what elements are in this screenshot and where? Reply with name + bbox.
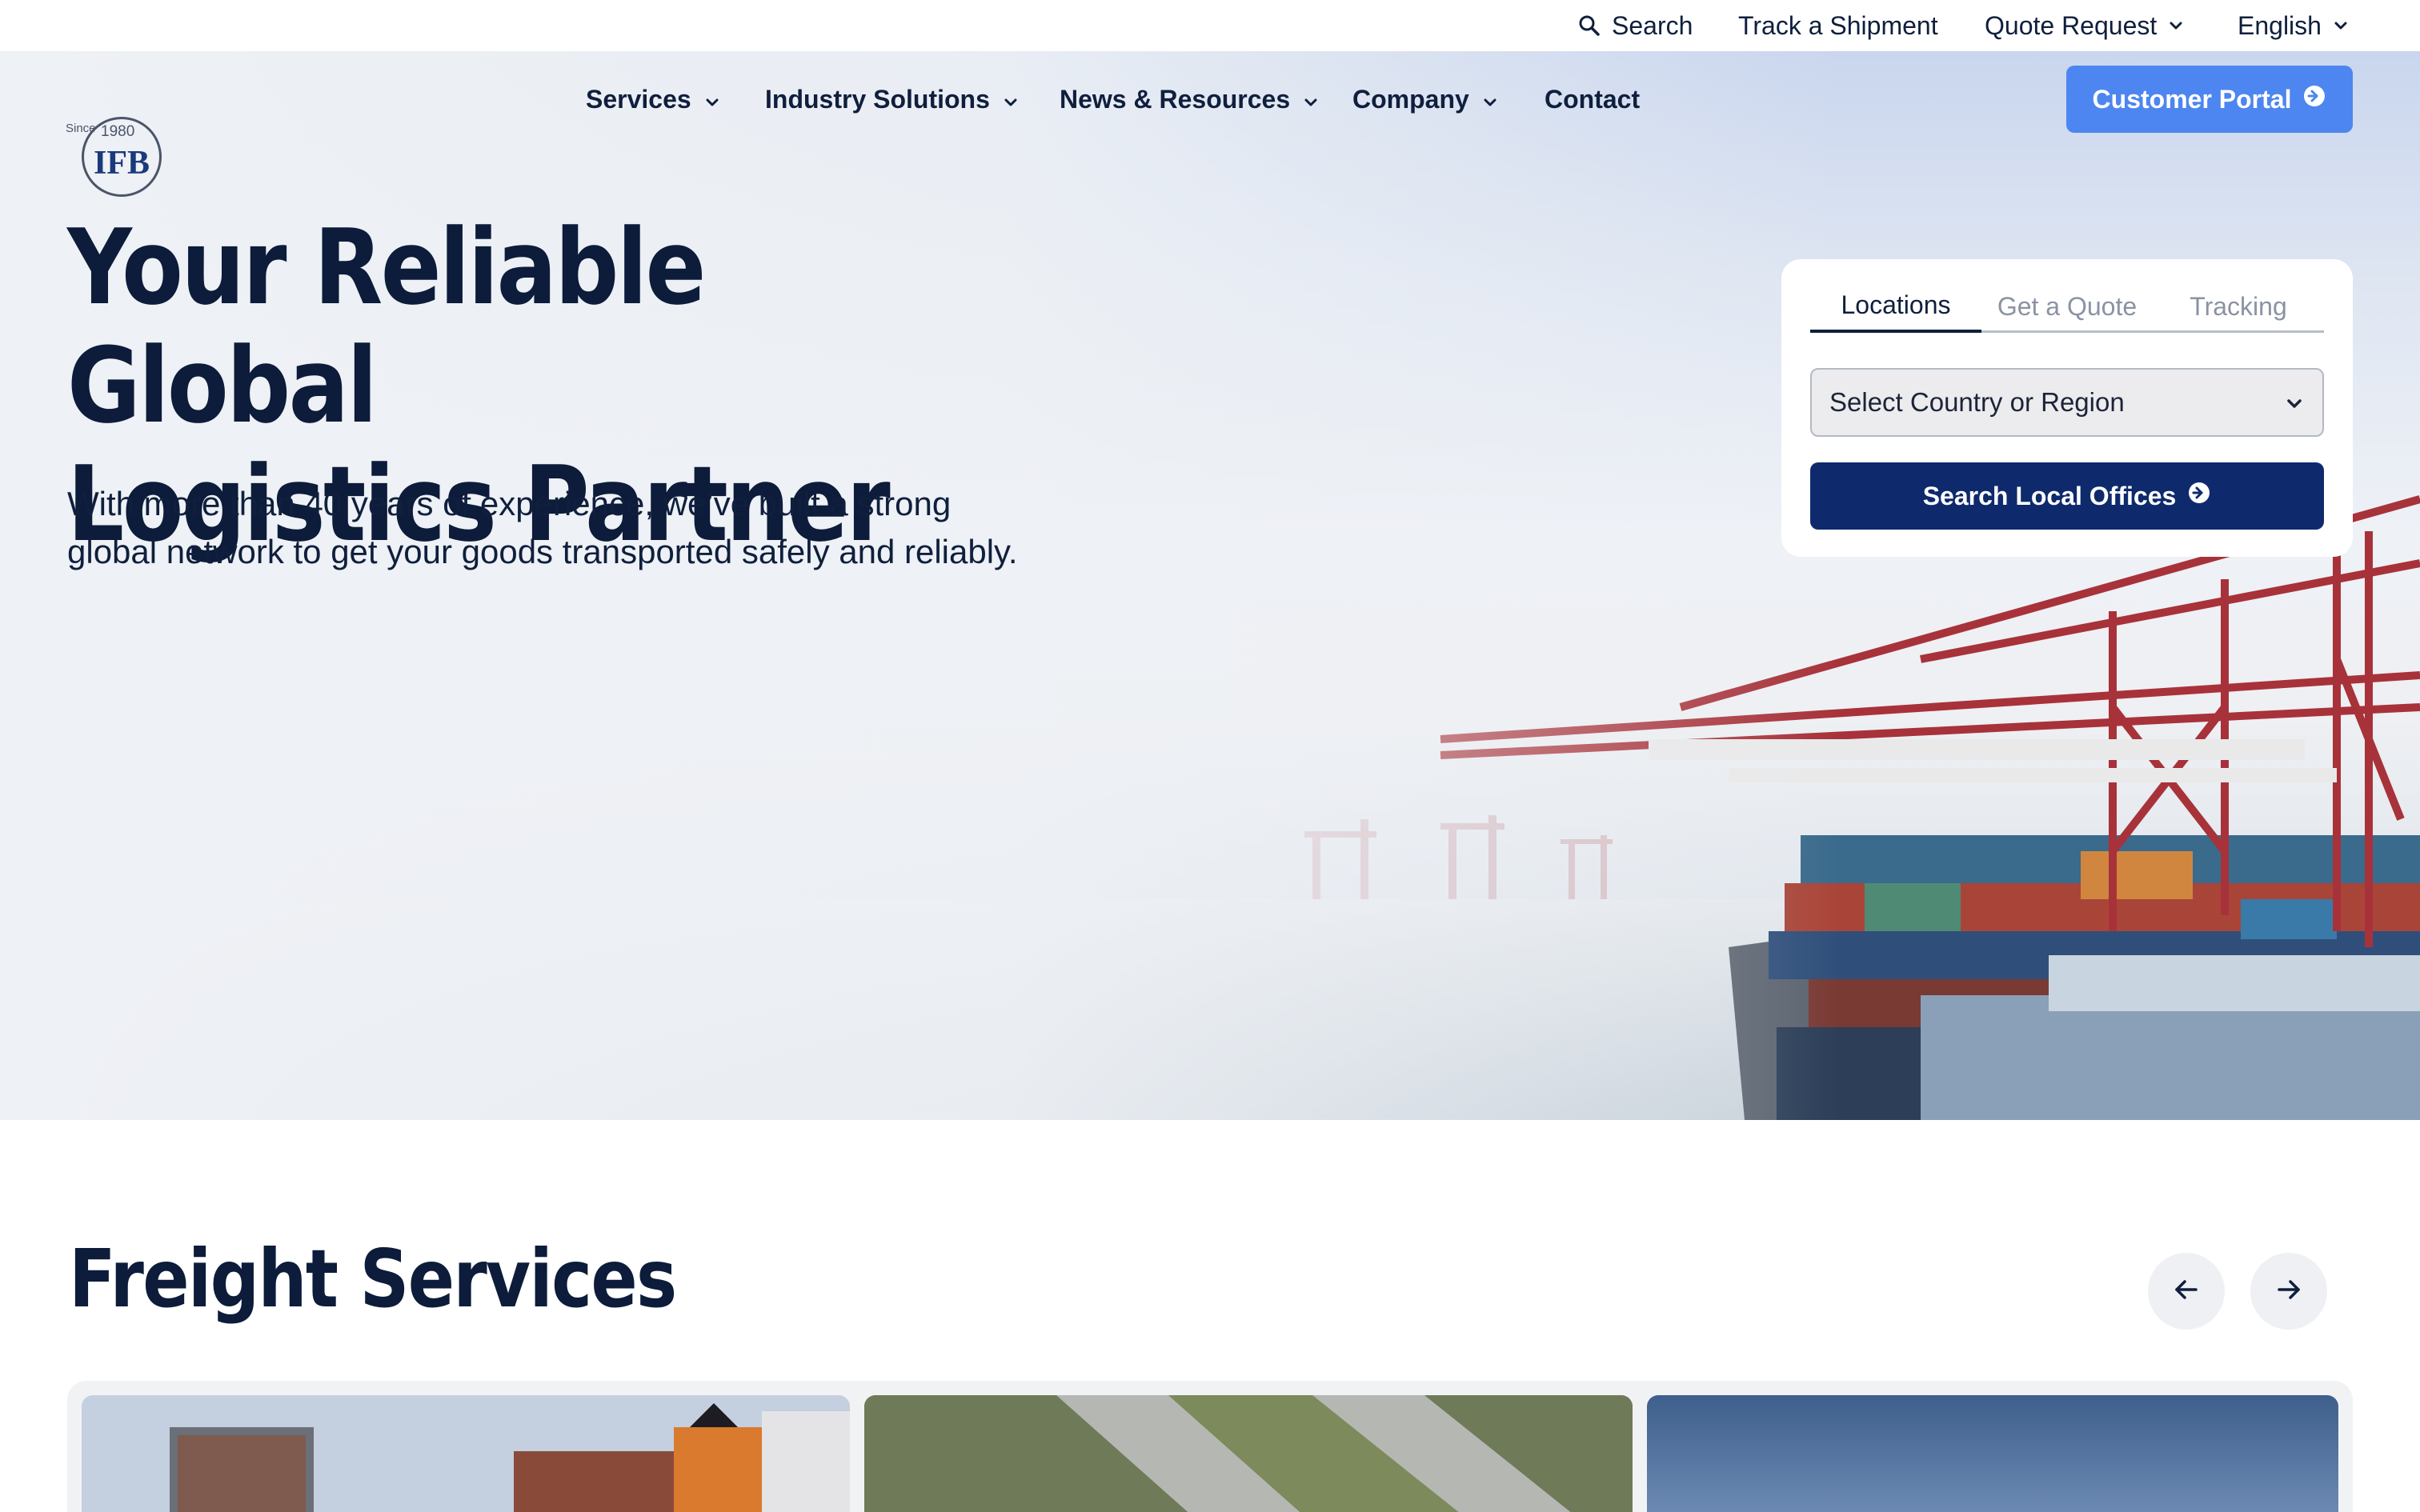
arrow-circle-right-icon [2302,84,2326,114]
arrow-right-icon [2273,1274,2305,1310]
nav-industry-solutions-label: Industry Solutions [765,84,990,114]
nav-services-label: Services [586,84,691,114]
search-link[interactable]: Search [1578,0,1693,51]
location-widget: Locations Get a Quote Tracking Select Co… [1781,259,2353,557]
language-label: English [2238,10,2322,40]
nav-company[interactable]: Company [1352,64,1498,134]
country-region-select[interactable]: Select Country or Region [1810,368,2324,437]
freight-card-air[interactable] [1647,1395,2338,1512]
chevron-down-icon [2168,20,2184,31]
carousel-next-button[interactable] [2250,1253,2327,1330]
customer-portal-button[interactable]: Customer Portal [2066,66,2353,133]
hero-subtitle: With more than 40 years of experience, w… [67,485,1018,570]
logo-wordmark: IFB [93,145,150,182]
tab-locations[interactable]: Locations [1810,280,1981,333]
track-shipment-label: Track a Shipment [1738,10,1938,40]
chevron-down-icon [1003,85,1019,114]
widget-tabs: Locations Get a Quote Tracking [1810,280,2324,333]
utility-bar: Search Track a Shipment Quote Request En… [0,0,2420,51]
nav-contact-label: Contact [1545,84,1641,114]
track-shipment-link[interactable]: Track a Shipment [1738,0,1938,51]
chevron-down-icon [704,85,720,114]
search-local-offices-label: Search Local Offices [1922,481,2177,510]
search-label: Search [1612,10,1693,40]
search-local-offices-button[interactable]: Search Local Offices [1810,462,2324,530]
chevron-down-icon [2284,387,2305,418]
arrow-circle-right-icon [2187,481,2211,511]
logo-since: Since [66,122,96,135]
hero-title-line-1: Your Reliable Global [67,206,706,446]
country-region-select-value: Select Country or Region [1829,387,2125,417]
arrow-left-icon [2170,1274,2202,1310]
logo-year: 1980 [101,123,135,140]
chevron-down-icon [1303,85,1319,114]
ifb-logo[interactable]: Since 1980 IFB [66,109,162,197]
freight-services-heading: Freight Services [69,1232,677,1326]
quote-request-label: Quote Request [1985,10,2158,40]
quote-request-dropdown[interactable]: Quote Request [1985,0,2184,51]
air-freight-image [1647,1395,2338,1512]
chevron-down-icon [1482,85,1498,114]
tab-get-a-quote[interactable]: Get a Quote [1981,280,2153,333]
freight-card-ocean[interactable] [82,1395,850,1512]
language-selector[interactable]: English [2238,0,2349,51]
nav-news-resources-label: News & Resources [1060,84,1291,114]
nav-contact[interactable]: Contact [1545,64,1640,134]
customer-portal-label: Customer Portal [2092,84,2292,114]
nav-services[interactable]: Services [586,64,720,134]
road-freight-image [864,1395,1633,1512]
chevron-down-icon [2333,20,2349,31]
nav-news-resources[interactable]: News & Resources [1060,64,1319,134]
tab-tracking[interactable]: Tracking [2153,280,2324,333]
ocean-freight-image [82,1395,850,1512]
freight-card-road[interactable] [864,1395,1633,1512]
nav-industry-solutions[interactable]: Industry Solutions [765,64,1019,134]
nav-company-label: Company [1352,84,1469,114]
search-icon [1578,14,1601,37]
carousel-prev-button[interactable] [2148,1253,2225,1330]
